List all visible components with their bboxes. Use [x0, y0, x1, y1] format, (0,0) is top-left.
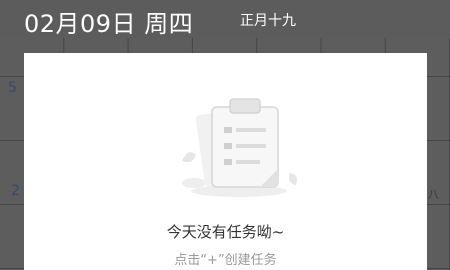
date-title[interactable]: 02月09日 周四: [24, 4, 193, 39]
empty-state-hint: 点击“+”创建任务: [174, 253, 277, 268]
clipboard-icon: [182, 98, 298, 197]
lunar-date: 正月十九: [240, 13, 296, 29]
date-header: 02月09日 周四 正月十九: [0, 0, 450, 38]
empty-state-title: 今天没有任务呦~: [166, 223, 285, 241]
empty-task-card: 今天没有任务呦~ 点击“+”创建任务: [24, 53, 427, 270]
